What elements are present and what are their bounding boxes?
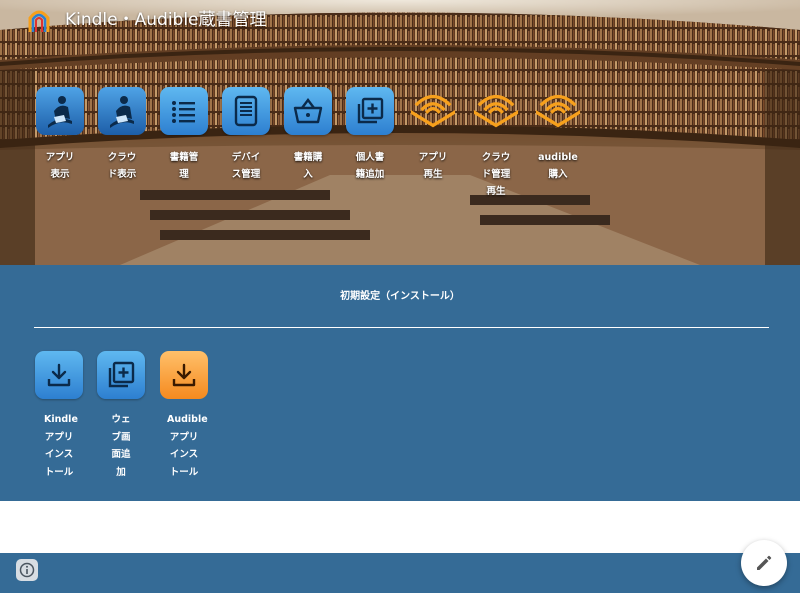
audible-icon — [410, 94, 456, 128]
divider — [34, 327, 769, 328]
tile-label: 書籍管理 — [169, 152, 199, 180]
kindle-reader-icon — [110, 96, 134, 128]
add-library-icon — [108, 361, 135, 388]
install-label: ウェブ画面追加 — [111, 414, 131, 478]
tile-device-management[interactable]: デバイス管理 — [221, 87, 271, 183]
install-kindle-app[interactable]: Kindleアプリインストール — [33, 351, 85, 481]
install-section: 初期設定（インストール） Kindleアプリインストール ウェブ画面追加 Aud… — [0, 265, 800, 501]
ereader-device-icon — [234, 95, 258, 127]
tile-label: 書籍購入 — [293, 152, 323, 180]
shopping-basket-icon — [293, 98, 323, 124]
tile-audible-app-play[interactable]: アプリ再生 — [408, 87, 458, 183]
kindle-reader-icon — [48, 96, 72, 128]
tile-label: 個人書籍追加 — [355, 152, 385, 180]
info-button[interactable] — [16, 559, 38, 581]
tile-add-personal-book[interactable]: 個人書籍追加 — [345, 87, 395, 183]
install-label: Audibleアプリインストール — [167, 414, 208, 478]
tile-audible-buy[interactable]: audible購入 — [533, 87, 583, 183]
app-title: Kindle・Audible蔵書管理 — [65, 10, 267, 30]
tile-label: デバイス管理 — [231, 152, 261, 180]
tile-label: audible購入 — [538, 152, 578, 180]
list-icon — [172, 101, 195, 123]
download-icon — [47, 363, 71, 387]
footer-bar — [0, 553, 800, 593]
tile-app-view[interactable]: アプリ表示 — [35, 87, 85, 183]
install-audible-app[interactable]: Audibleアプリインストール — [158, 351, 210, 481]
tile-label: アプリ再生 — [418, 152, 448, 180]
tile-cloud-view[interactable]: クラウド表示 — [97, 87, 147, 183]
add-library-icon — [357, 97, 384, 124]
tile-label: クラウド表示 — [107, 152, 137, 180]
tile-audible-cloud[interactable]: クラウド管理再生 — [471, 87, 521, 200]
install-web-screen[interactable]: ウェブ画面追加 — [95, 351, 147, 481]
edit-button[interactable] — [741, 540, 787, 586]
tile-label: クラウド管理再生 — [481, 152, 511, 197]
kindle-audible-logo — [28, 10, 50, 32]
download-icon — [172, 363, 196, 387]
section-title: 初期設定（インストール） — [340, 291, 460, 302]
info-icon — [19, 562, 35, 578]
audible-icon — [535, 94, 581, 128]
install-label: Kindleアプリインストール — [44, 414, 78, 478]
tile-buy-books[interactable]: 書籍購入 — [283, 87, 333, 183]
audible-icon — [473, 94, 519, 128]
pencil-icon — [757, 555, 772, 570]
hero-banner: Kindle・Audible蔵書管理 アプリ表示 クラウド表示 書籍管理 デバイ… — [0, 0, 800, 265]
tile-book-management[interactable]: 書籍管理 — [159, 87, 209, 183]
tile-label: アプリ表示 — [45, 152, 75, 180]
